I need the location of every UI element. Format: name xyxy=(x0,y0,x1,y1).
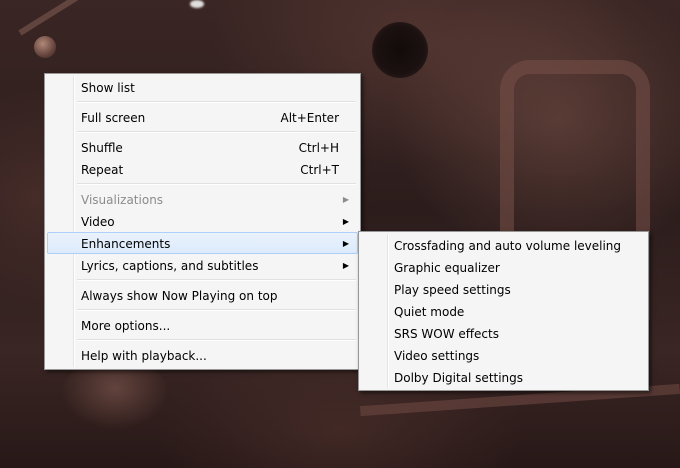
background-shape xyxy=(34,36,56,58)
menu-item-label: Lyrics, captions, and subtitles xyxy=(81,259,259,273)
menu-item-video[interactable]: Video ▶ xyxy=(47,210,358,232)
menu-item-label: More options... xyxy=(81,319,171,333)
enhancements-submenu: Crossfading and auto volume leveling Grap… xyxy=(358,231,649,391)
menu-item-label: Video settings xyxy=(394,349,480,363)
menu-item-quiet-mode[interactable]: Quiet mode xyxy=(361,300,646,322)
menu-separator xyxy=(77,309,356,311)
chevron-right-icon: ▶ xyxy=(342,217,349,226)
menu-item-label: Repeat xyxy=(81,163,124,177)
menu-item-full-screen[interactable]: Full screen Alt+Enter xyxy=(47,106,358,128)
menu-separator xyxy=(77,131,356,133)
menu-item-enhancements[interactable]: Enhancements ▶ xyxy=(47,232,358,254)
menu-item-label: Shuffle xyxy=(81,141,123,155)
menu-item-video-settings[interactable]: Video settings xyxy=(361,344,646,366)
menu-item-label: Visualizations xyxy=(81,193,164,207)
chevron-right-icon: ▶ xyxy=(342,239,349,248)
menu-separator xyxy=(77,339,356,341)
menu-item-label: Graphic equalizer xyxy=(394,261,500,275)
menu-item-shortcut: Alt+Enter xyxy=(280,111,339,125)
chevron-right-icon: ▶ xyxy=(342,261,349,270)
menu-item-label: Crossfading and auto volume leveling xyxy=(394,239,622,253)
menu-separator xyxy=(77,183,356,185)
menu-item-dolby-digital-settings[interactable]: Dolby Digital settings xyxy=(361,366,646,388)
menu-item-label: Full screen xyxy=(81,111,146,125)
menu-item-label: SRS WOW effects xyxy=(394,327,499,341)
menu-item-crossfading-and-auto-volume-leveling[interactable]: Crossfading and auto volume leveling xyxy=(361,234,646,256)
menu-item-label: Help with playback... xyxy=(81,349,207,363)
menu-item-more-options[interactable]: More options... xyxy=(47,314,358,336)
menu-item-label: Quiet mode xyxy=(394,305,465,319)
menu-item-label: Dolby Digital settings xyxy=(394,371,524,385)
menu-item-label: Show list xyxy=(81,81,135,95)
menu-item-shortcut: Ctrl+T xyxy=(300,163,339,177)
menu-item-always-show-now-playing-on-top[interactable]: Always show Now Playing on top xyxy=(47,284,358,306)
menu-separator xyxy=(77,101,356,103)
background-shape xyxy=(18,0,124,36)
background-shape xyxy=(372,22,428,78)
chevron-right-icon: ▶ xyxy=(342,195,349,204)
menu-item-label: Enhancements xyxy=(81,237,171,251)
menu-item-shuffle[interactable]: Shuffle Ctrl+H xyxy=(47,136,358,158)
menu-item-label: Play speed settings xyxy=(394,283,511,297)
menu-item-show-list[interactable]: Show list xyxy=(47,76,358,98)
menu-item-label: Video xyxy=(81,215,115,229)
menu-item-play-speed-settings[interactable]: Play speed settings xyxy=(361,278,646,300)
menu-item-srs-wow-effects[interactable]: SRS WOW effects xyxy=(361,322,646,344)
menu-item-visualizations: Visualizations ▶ xyxy=(47,188,358,210)
context-menu: Show list Full screen Alt+Enter Shuffle Ctrl… xyxy=(44,73,361,370)
menu-item-graphic-equalizer[interactable]: Graphic equalizer xyxy=(361,256,646,278)
menu-item-shortcut: Ctrl+H xyxy=(298,141,339,155)
menu-item-label: Always show Now Playing on top xyxy=(81,289,278,303)
background-shape xyxy=(190,0,204,8)
menu-item-repeat[interactable]: Repeat Ctrl+T xyxy=(47,158,358,180)
menu-separator xyxy=(77,279,356,281)
menu-item-help-with-playback[interactable]: Help with playback... xyxy=(47,344,358,366)
background-shape xyxy=(60,360,170,430)
menu-item-lyrics-captions-and-subtitles[interactable]: Lyrics, captions, and subtitles ▶ xyxy=(47,254,358,276)
